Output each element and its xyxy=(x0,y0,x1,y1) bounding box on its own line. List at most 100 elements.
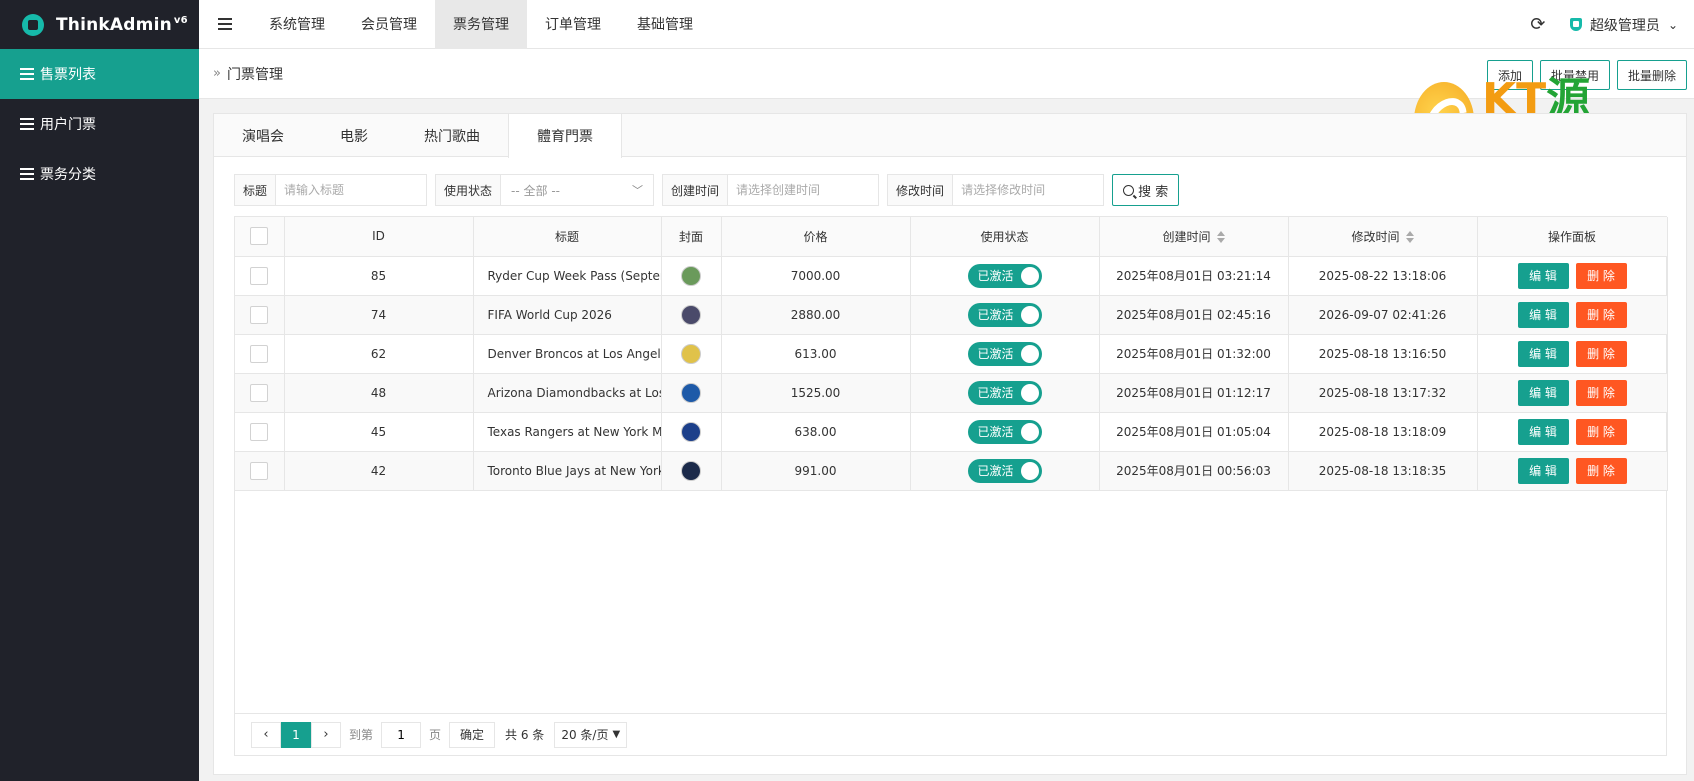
row-status: 已激活 xyxy=(910,295,1100,335)
create-time-label: 创建时间 xyxy=(663,175,729,205)
delete-button[interactable]: 删 除 xyxy=(1575,262,1627,289)
row-id: 45 xyxy=(284,412,474,452)
col-created[interactable]: 创建时间 xyxy=(1099,217,1289,257)
batch-delete-button[interactable]: 批量删除 xyxy=(1616,60,1687,90)
edit-button[interactable]: 编 辑 xyxy=(1517,418,1569,445)
refresh-icon[interactable]: ⟳ xyxy=(1518,0,1558,49)
row-title: Toronto Blue Jays at New York Y xyxy=(473,451,662,491)
breadcrumb-sep-icon: » xyxy=(213,66,221,81)
status-filter: 使用状态 -- 全部 -- ﹀ xyxy=(435,174,655,206)
status-toggle[interactable]: 已激活 xyxy=(967,263,1042,288)
col-modified[interactable]: 修改时间 xyxy=(1288,217,1478,257)
row-id: 74 xyxy=(284,295,474,335)
row-created: 2025年08月01日 03:21:14 xyxy=(1099,256,1289,296)
sidebar-item-0[interactable]: 售票列表 xyxy=(0,49,199,99)
modify-time-input[interactable] xyxy=(953,175,1104,205)
modify-time-label: 修改时间 xyxy=(888,175,954,205)
row-checkbox[interactable] xyxy=(250,383,269,402)
edit-button[interactable]: 编 辑 xyxy=(1517,262,1569,289)
row-price: 2880.00 xyxy=(721,295,911,335)
tab-2[interactable]: 热门歌曲 xyxy=(396,114,508,157)
page-title: 门票管理 xyxy=(226,66,283,83)
create-time-input[interactable] xyxy=(728,175,879,205)
cover-image[interactable] xyxy=(681,460,701,481)
cover-image[interactable] xyxy=(681,382,701,403)
status-toggle[interactable]: 已激活 xyxy=(967,458,1042,483)
current-page[interactable]: 1 xyxy=(281,721,311,748)
tab-0[interactable]: 演唱会 xyxy=(214,114,312,157)
edit-button[interactable]: 编 辑 xyxy=(1517,379,1569,406)
row-checkbox[interactable] xyxy=(250,461,269,480)
tab-3[interactable]: 體育門票 xyxy=(508,114,622,158)
status-toggle[interactable]: 已激活 xyxy=(967,419,1042,444)
row-id: 62 xyxy=(284,334,474,374)
status-toggle[interactable]: 已激活 xyxy=(967,302,1042,327)
row-actions: 编 辑删 除 xyxy=(1477,412,1668,452)
goto-page-input[interactable] xyxy=(381,721,422,748)
goto-confirm-button[interactable]: 确定 xyxy=(449,721,496,748)
row-checkbox[interactable] xyxy=(250,305,269,324)
row-checkbox[interactable] xyxy=(250,422,269,441)
row-status: 已激活 xyxy=(910,412,1100,452)
row-cover xyxy=(661,295,722,335)
title-input[interactable] xyxy=(276,175,427,205)
sort-icon[interactable] xyxy=(1216,230,1225,244)
cover-image[interactable] xyxy=(681,304,701,325)
nav-item-4[interactable]: 基础管理 xyxy=(619,0,711,49)
row-status: 已激活 xyxy=(910,373,1100,413)
add-button[interactable]: 添加 xyxy=(1486,60,1533,90)
row-select-cell xyxy=(235,373,285,413)
sort-icon[interactable] xyxy=(1405,230,1414,244)
delete-button[interactable]: 删 除 xyxy=(1575,457,1627,484)
delete-button[interactable]: 删 除 xyxy=(1575,379,1627,406)
cover-image[interactable] xyxy=(681,343,701,364)
sidebar-item-label: 售票列表 xyxy=(40,67,96,83)
edit-button[interactable]: 编 辑 xyxy=(1517,301,1569,328)
row-checkbox[interactable] xyxy=(250,344,269,363)
status-toggle[interactable]: 已激活 xyxy=(967,341,1042,366)
tab-1[interactable]: 电影 xyxy=(312,114,396,157)
sidebar-item-2[interactable]: 票务分类 xyxy=(0,149,199,199)
delete-button[interactable]: 删 除 xyxy=(1575,418,1627,445)
cover-image[interactable] xyxy=(681,421,701,442)
status-select[interactable]: -- 全部 -- ﹀ xyxy=(501,175,653,205)
sidebar: ThinkAdmin v6 售票列表用户门票票务分类 xyxy=(0,0,199,781)
page-size-select[interactable]: 20 条/页 ▼ xyxy=(554,721,628,748)
col-id: ID xyxy=(284,217,474,257)
sidebar-item-1[interactable]: 用户门票 xyxy=(0,99,199,149)
nav-item-1[interactable]: 会员管理 xyxy=(343,0,435,49)
total-count: 共 6 条 xyxy=(505,728,545,742)
table-row: 85Ryder Cup Week Pass (September 7000.00 已… xyxy=(235,256,1668,296)
list-icon xyxy=(20,168,34,180)
cover-image[interactable] xyxy=(681,265,701,286)
list-icon xyxy=(20,118,34,130)
row-cover xyxy=(661,373,722,413)
nav-item-2[interactable]: 票务管理 xyxy=(435,0,527,49)
row-id: 85 xyxy=(284,256,474,296)
nav-item-0[interactable]: 系统管理 xyxy=(251,0,343,49)
row-actions: 编 辑删 除 xyxy=(1477,295,1668,335)
row-actions: 编 辑删 除 xyxy=(1477,451,1668,491)
row-select-cell xyxy=(235,334,285,374)
search-button[interactable]: 搜 索 xyxy=(1112,174,1180,206)
search-icon xyxy=(1123,184,1135,196)
row-created: 2025年08月01日 02:45:16 xyxy=(1099,295,1289,335)
nav-item-3[interactable]: 订单管理 xyxy=(527,0,619,49)
logo[interactable]: ThinkAdmin v6 xyxy=(0,0,199,49)
next-page-icon[interactable]: › xyxy=(311,721,341,748)
edit-button[interactable]: 编 辑 xyxy=(1517,340,1569,367)
menu-toggle-icon[interactable] xyxy=(199,0,251,49)
batch-disable-button[interactable]: 批量禁用 xyxy=(1539,60,1610,90)
sidebar-item-label: 用户门票 xyxy=(40,117,96,133)
filter-bar: 标题 使用状态 -- 全部 -- ﹀ 创建时间 修改时间 搜 索 xyxy=(234,174,1180,206)
row-modified: 2026-09-07 02:41:26 xyxy=(1288,295,1478,335)
table-row: 42 Toronto Blue Jays at New York Y 991.00 已… xyxy=(235,451,1668,491)
prev-page-icon[interactable]: ‹ xyxy=(251,721,281,748)
select-all-checkbox[interactable] xyxy=(250,227,269,246)
row-checkbox[interactable] xyxy=(250,266,269,285)
edit-button[interactable]: 编 辑 xyxy=(1517,457,1569,484)
delete-button[interactable]: 删 除 xyxy=(1575,301,1627,328)
status-toggle[interactable]: 已激活 xyxy=(967,380,1042,405)
user-menu[interactable]: 超级管理员 ⌄ xyxy=(1558,15,1694,35)
delete-button[interactable]: 删 除 xyxy=(1575,340,1627,367)
